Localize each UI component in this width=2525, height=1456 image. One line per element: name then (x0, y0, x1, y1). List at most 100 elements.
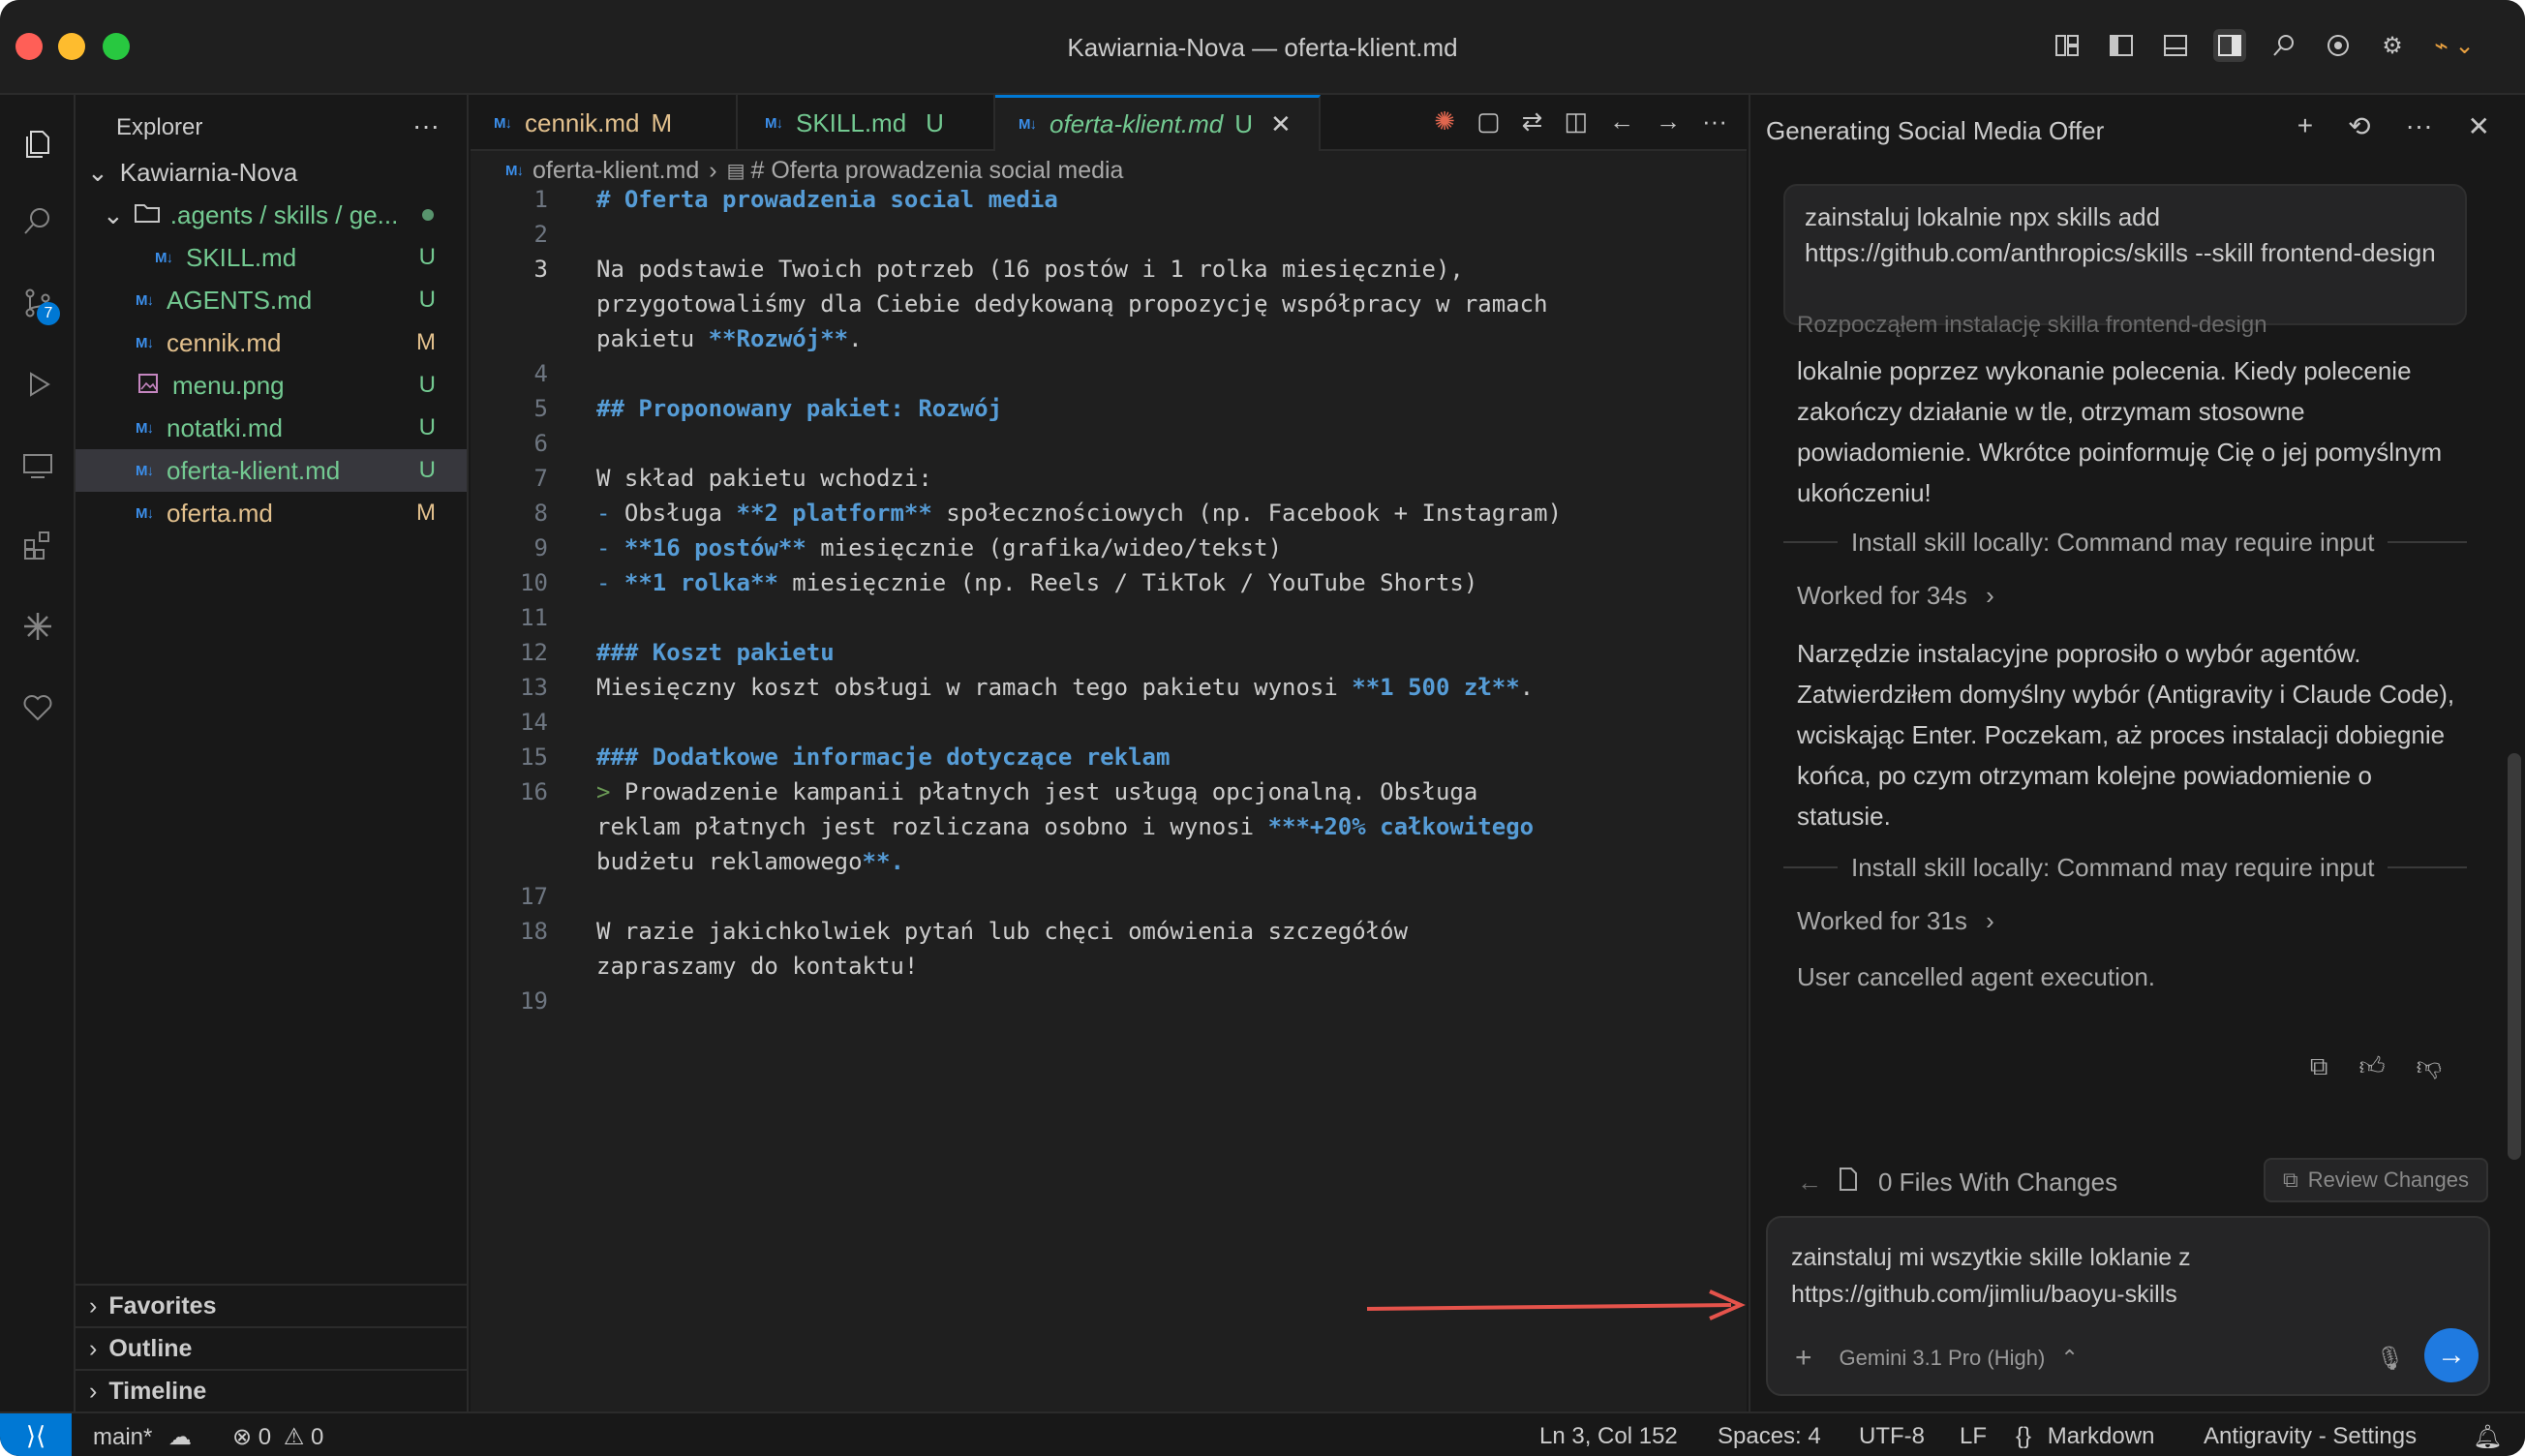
more-actions-icon[interactable]: ··· (412, 110, 440, 141)
step-install-1[interactable]: Install skill locally: Command may requi… (1783, 523, 2467, 561)
back-arrow-icon[interactable]: ← (1797, 1168, 1822, 1198)
toggle-sidebar-icon[interactable] (2105, 29, 2138, 62)
line-ending[interactable]: LF (1960, 1423, 1987, 1450)
breadcrumb: M↓ oferta-klient.md › ▤ # Oferta prowadz… (471, 151, 1747, 190)
microphone-icon[interactable]: 🎙︎ (2376, 1345, 2405, 1373)
section-favorites[interactable]: › Favorites (76, 1284, 467, 1326)
section-label: Timeline (108, 1377, 207, 1405)
code-line: ### Koszt pakietu (596, 639, 835, 666)
search-icon[interactable] (14, 197, 62, 246)
split-editor-icon[interactable]: ◫ (1564, 106, 1588, 136)
tree-file-notatki[interactable]: M↓ notatki.md U (76, 407, 467, 449)
chat-toolbar: + ⟲ ··· ✕ (2297, 110, 2490, 142)
chat-input-text[interactable]: zainstaluj mi wszytkie skille loklanie z… (1791, 1239, 2411, 1313)
code-line: > Prowadzenie kampanii płatnych jest usł… (596, 778, 1478, 805)
editor-area[interactable]: 1 # Oferta prowadzenia social media 2 3 Na p… (471, 151, 2217, 1411)
chat-scrollbar[interactable] (2508, 753, 2521, 1160)
tab-cennik[interactable]: M↓ cennik.md M (471, 95, 738, 151)
tree-folder-agents[interactable]: ⌄ .agents / skills / ge... (76, 194, 467, 236)
section-timeline[interactable]: › Timeline (76, 1369, 467, 1411)
settings-item[interactable]: Antigravity - Settings (2204, 1423, 2417, 1450)
gear-icon[interactable]: ⚙ (2376, 29, 2409, 62)
remote-icon[interactable]: ⟩⟨ (0, 1413, 72, 1456)
language-mode[interactable]: {} Markdown (2016, 1423, 2154, 1450)
branch-indicator[interactable]: main* ☁ (93, 1423, 192, 1451)
symbol-icon: ▤ (726, 160, 745, 182)
error-icon: ⊗ (232, 1424, 253, 1450)
back-arrow-icon[interactable]: ← (1609, 106, 1634, 136)
cursor-position[interactable]: Ln 3, Col 152 (1539, 1423, 1678, 1450)
message-feedback: ⧉ 👍︎ 👎︎ (2310, 1051, 2442, 1082)
remote-explorer-icon[interactable] (14, 441, 62, 490)
step-install-2[interactable]: Install skill locally: Command may requi… (1783, 848, 2467, 887)
root-folder-label: Kawiarnia-Nova (119, 157, 298, 187)
notifications-icon[interactable]: 🔔︎ (2473, 1423, 2502, 1451)
history-icon[interactable]: ⟲ (2348, 110, 2370, 142)
encoding[interactable]: UTF-8 (1859, 1423, 1925, 1450)
search-icon[interactable] (2267, 29, 2300, 62)
breadcrumb-symbol[interactable]: # Oferta prowadzenia social media (751, 157, 1124, 185)
folder-icon (134, 200, 161, 230)
compare-icon[interactable]: ⇄ (1522, 106, 1543, 136)
agent-icon[interactable] (2322, 29, 2355, 62)
toggle-secondary-sidebar-icon[interactable] (2213, 29, 2246, 62)
close-tab-icon[interactable]: ✕ (1270, 109, 1292, 139)
file-status: M (416, 329, 436, 355)
sparkle-icon[interactable] (14, 602, 62, 651)
code-line: # Oferta prowadzenia social media (596, 186, 1058, 213)
code-line: W skład pakietu wchodzi: (596, 465, 932, 492)
indentation[interactable]: Spaces: 4 (1718, 1423, 1821, 1450)
tree-root[interactable]: ⌄ Kawiarnia-Nova (76, 151, 467, 194)
more-actions-icon[interactable]: ··· (2406, 110, 2433, 142)
line-number: 15 (520, 743, 548, 771)
line-number: 7 (533, 465, 548, 492)
new-chat-icon[interactable]: + (2297, 110, 2313, 142)
tree-file-skill[interactable]: M↓ SKILL.md U (76, 236, 467, 279)
tree-file-oferta[interactable]: M↓ oferta.md M (76, 492, 467, 534)
markdown-icon: M↓ (765, 114, 783, 132)
markdown-icon: M↓ (136, 504, 154, 522)
tree-file-menu[interactable]: menu.png U (76, 364, 467, 407)
markdown-icon: M↓ (155, 249, 173, 266)
layout-icon[interactable] (2051, 29, 2084, 62)
forward-arrow-icon[interactable]: → (1656, 106, 1681, 136)
sparkle-icon[interactable]: ✺ (1434, 106, 1455, 136)
tab-skill[interactable]: M↓ SKILL.md U (738, 95, 995, 151)
braces-icon: {} (2016, 1423, 2032, 1449)
close-icon[interactable]: ✕ (2468, 110, 2490, 142)
account-icon[interactable]: ⌁ ⌄ (2430, 29, 2479, 62)
worked-time-2[interactable]: Worked for 31s › (1797, 906, 1994, 936)
thumbs-down-icon[interactable]: 👎︎ (2417, 1051, 2442, 1082)
source-control-icon[interactable]: 7 (14, 279, 62, 327)
tree-file-agents[interactable]: M↓ AGENTS.md U (76, 279, 467, 321)
toggle-panel-icon[interactable] (2159, 29, 2192, 62)
review-changes-button[interactable]: ⧉ Review Changes (2263, 1158, 2488, 1202)
preview-icon[interactable]: ▢ (1476, 106, 1501, 136)
chat-input[interactable]: zainstaluj mi wszytkie skille loklanie z… (1766, 1216, 2490, 1396)
line-number: 16 (520, 778, 548, 805)
extensions-icon[interactable] (14, 521, 62, 569)
more-actions-icon[interactable]: ··· (1702, 106, 1727, 136)
heart-icon[interactable] (14, 683, 62, 732)
line-number: 10 (520, 569, 548, 596)
file-status: U (418, 372, 436, 398)
model-selector[interactable]: Gemini 3.1 Pro (High) ⌃ (1840, 1346, 2079, 1371)
run-debug-icon[interactable] (14, 360, 62, 409)
thumbs-up-icon[interactable]: 👍︎ (2358, 1051, 2385, 1082)
file-status: U (418, 414, 436, 440)
section-outline[interactable]: › Outline (76, 1326, 467, 1369)
copy-icon[interactable]: ⧉ (2310, 1051, 2328, 1082)
tree-file-cennik[interactable]: M↓ cennik.md M (76, 321, 467, 364)
send-button[interactable]: → (2424, 1328, 2479, 1382)
tab-oferta-klient[interactable]: M↓ oferta-klient.md U ✕ (995, 95, 1321, 151)
worked-time-1[interactable]: Worked for 34s › (1797, 581, 1994, 611)
tab-status: U (926, 107, 944, 137)
user-message: zainstaluj lokalnie npx skills add https… (1783, 184, 2467, 325)
add-context-icon[interactable]: + (1795, 1342, 1812, 1375)
explorer-icon[interactable] (14, 120, 62, 168)
tree-file-oferta-klient[interactable]: M↓ oferta-klient.md U (76, 449, 467, 492)
code-line: przygotowaliśmy dla Ciebie dedykowaną pr… (596, 290, 1548, 318)
code-line: ## Proponowany pakiet: Rozwój (596, 395, 1003, 422)
breadcrumb-file[interactable]: oferta-klient.md (532, 157, 699, 185)
problems-indicator[interactable]: ⊗ 0 ⚠ 0 (232, 1423, 323, 1451)
